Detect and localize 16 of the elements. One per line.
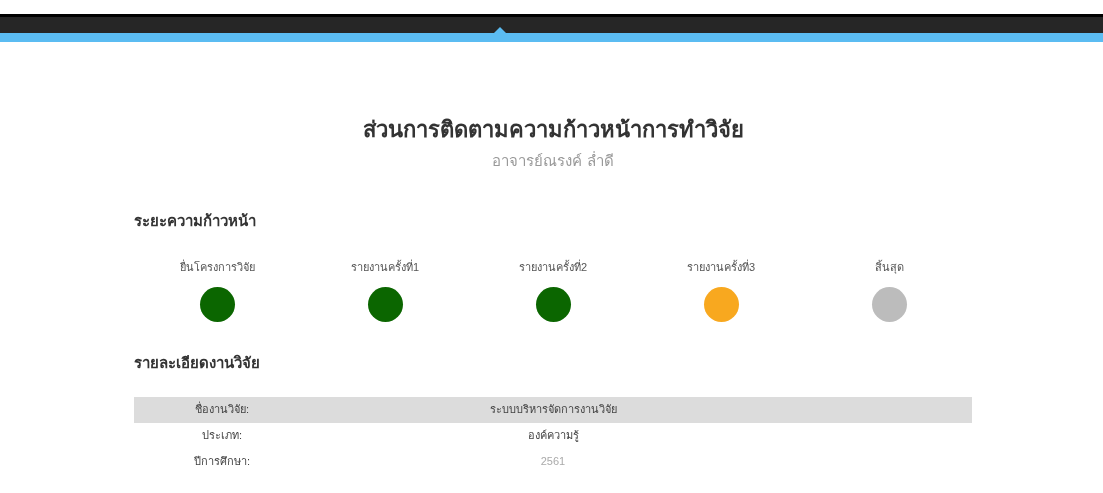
step-label: รายงานครั้งที่2 <box>518 258 588 275</box>
page-subtitle: อาจารย์ณรงค์ ล่ำดี <box>492 150 614 171</box>
table-cell-text: ชื่องานวิจัย: <box>193 401 251 418</box>
section-heading: ระยะความก้าวหน้า <box>134 211 257 231</box>
pointer-icon <box>494 27 506 33</box>
table-cell-text: ปีการศึกษา: <box>192 454 252 470</box>
step-label: รายงานครั้งที่3 <box>686 258 756 275</box>
table-cell-text: องค์ความรู้ <box>526 428 580 444</box>
table-cell-text: 2561 <box>539 454 567 470</box>
step-label: ยื่นโครงการวิจัย <box>179 258 255 275</box>
section-heading: รายละเอียดงานวิจัย <box>134 353 261 373</box>
page-title: ส่วนการติดตามความก้าวหน้าการทำวิจัย <box>362 116 744 144</box>
step-label: สิ้นสุด <box>874 259 904 275</box>
table-cell-text: ประเภท: <box>200 428 244 444</box>
table-cell-text: ระบบบริหารจัดการงานวิจัย <box>488 402 618 418</box>
step-label: รายงานครั้งที่1 <box>350 258 420 275</box>
